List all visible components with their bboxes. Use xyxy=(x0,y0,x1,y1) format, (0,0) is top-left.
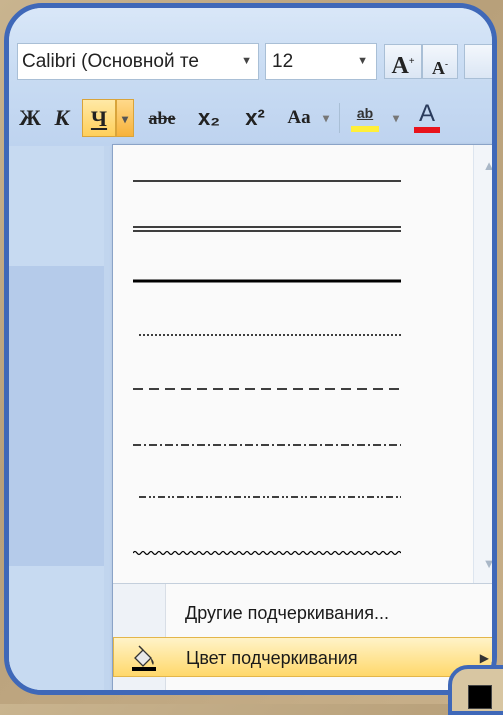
grow-font-button[interactable]: A+ xyxy=(384,44,422,79)
highlight-button[interactable]: ab xyxy=(345,99,385,137)
strikethrough-button[interactable]: abe xyxy=(139,99,185,137)
shrink-font-icon: A xyxy=(432,58,445,78)
scroll-down-icon[interactable]: ▼ xyxy=(474,549,492,579)
subscript-button[interactable]: x₂ xyxy=(187,99,231,137)
chevron-down-icon[interactable]: ▼ xyxy=(357,44,368,79)
app-window-frame: Calibri (Основной те ▼ 12 ▼ A+ A- Ж К Ч … xyxy=(4,3,497,695)
more-underlines-menu-item[interactable]: Другие подчеркивания... xyxy=(113,593,492,633)
menu-scrollbar[interactable]: ▲ ▼ xyxy=(473,145,492,583)
grow-font-sup: + xyxy=(408,56,415,67)
change-case-button[interactable]: Aa xyxy=(279,99,319,137)
subscript-icon: x₂ xyxy=(197,105,220,130)
bold-button[interactable]: Ж xyxy=(15,99,45,137)
highlight-color-bar xyxy=(351,126,379,132)
underline-option-thick[interactable] xyxy=(133,259,401,299)
chevron-down-icon: ▾ xyxy=(392,111,400,125)
paint-bucket-icon xyxy=(132,645,156,671)
underline-color-menu-item[interactable]: Цвет подчеркивания ▶ xyxy=(113,637,492,677)
menu-separator xyxy=(113,583,492,584)
font-size-combobox[interactable]: 12 ▼ xyxy=(265,43,377,80)
change-case-dropdown[interactable]: ▾ xyxy=(319,99,333,137)
toolbar-separator xyxy=(339,103,340,133)
grow-font-icon: A xyxy=(391,53,409,79)
chevron-down-icon: ▾ xyxy=(121,112,129,126)
formatting-toolbar: Ж К Ч ▾ abe x₂ x² Aa ▾ ab ▾ A xyxy=(15,99,492,137)
underline-option-single[interactable] xyxy=(133,155,401,195)
superscript-icon: x² xyxy=(245,105,265,130)
font-color-icon: A xyxy=(418,100,435,127)
underline-color-label: Цвет подчеркивания xyxy=(186,648,358,668)
resize-grip[interactable]: .... xyxy=(113,689,492,691)
document-gutter-shade xyxy=(9,266,104,566)
scroll-up-icon[interactable]: ▲ xyxy=(474,151,492,181)
underline-option-dashed[interactable] xyxy=(133,367,401,407)
chevron-down-icon: ▾ xyxy=(322,111,330,125)
underline-option-double[interactable] xyxy=(133,207,401,247)
underline-icon: Ч xyxy=(90,106,108,131)
underline-option-dash-dot-dot[interactable] xyxy=(133,475,401,515)
italic-button[interactable]: К xyxy=(47,99,77,137)
underline-option-wave[interactable] xyxy=(133,531,401,571)
highlight-dropdown[interactable]: ▾ xyxy=(387,99,405,137)
strikethrough-icon: abe xyxy=(148,108,176,128)
underline-style-menu: ▲ ▼ Другие подчеркивания... Цвет подчерк… xyxy=(112,144,492,691)
underline-dropdown-button[interactable]: ▾ xyxy=(116,99,134,137)
color-swatch[interactable] xyxy=(468,685,492,709)
chevron-down-icon[interactable]: ▼ xyxy=(241,44,252,79)
font-name-combobox[interactable]: Calibri (Основной те ▼ xyxy=(17,43,259,80)
font-color-bar xyxy=(414,127,440,133)
more-underlines-label: Другие подчеркивания... xyxy=(185,603,389,623)
underline-button[interactable]: Ч xyxy=(82,99,116,137)
shrink-font-sup: - xyxy=(445,59,448,69)
superscript-button[interactable]: x² xyxy=(233,99,277,137)
highlighter-icon: ab xyxy=(356,105,374,121)
italic-icon: К xyxy=(54,105,70,130)
underline-option-dash-dot[interactable] xyxy=(133,423,401,463)
underline-color-swatch-callout xyxy=(448,665,503,715)
clear-formatting-button[interactable] xyxy=(464,44,492,79)
underline-option-dotted[interactable] xyxy=(133,313,401,353)
font-size-value: 12 xyxy=(272,51,294,72)
change-case-icon: Aa xyxy=(287,107,311,128)
font-color-button[interactable]: A xyxy=(409,99,445,137)
font-name-value: Calibri (Основной те xyxy=(22,51,199,72)
bold-icon: Ж xyxy=(19,105,41,130)
shrink-font-button[interactable]: A- xyxy=(422,44,458,79)
